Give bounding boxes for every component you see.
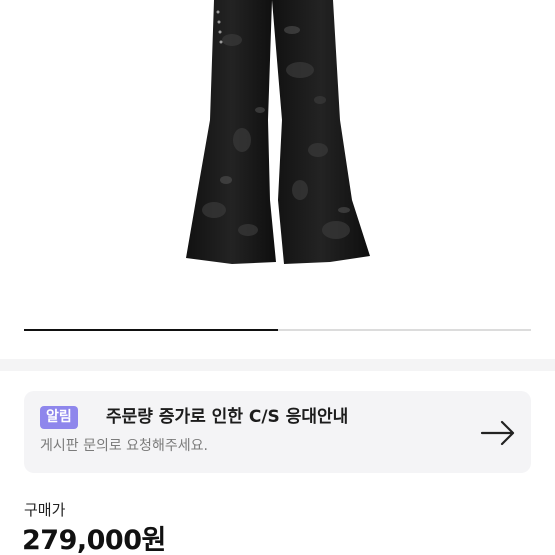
notice-banner[interactable]: 알림 주문량 증가로 인한 C/S 응대안내 게시판 문의로 요청해주세요. [24, 391, 531, 473]
price-label: 구매가 [24, 501, 66, 519]
carousel-progress-track [24, 329, 531, 331]
notice-title: 주문량 증가로 인한 C/S 응대안내 [106, 407, 349, 427]
product-image-area[interactable] [0, 0, 555, 338]
product-image[interactable] [0, 0, 555, 320]
notice-badge: 알림 [40, 406, 78, 429]
section-divider [0, 359, 555, 371]
notice-subtitle: 게시판 문의로 요청해주세요. [40, 438, 208, 454]
arrow-right-icon[interactable] [480, 415, 516, 451]
price-value: 279,000원 [22, 525, 166, 555]
carousel-progress-indicator [24, 329, 278, 331]
